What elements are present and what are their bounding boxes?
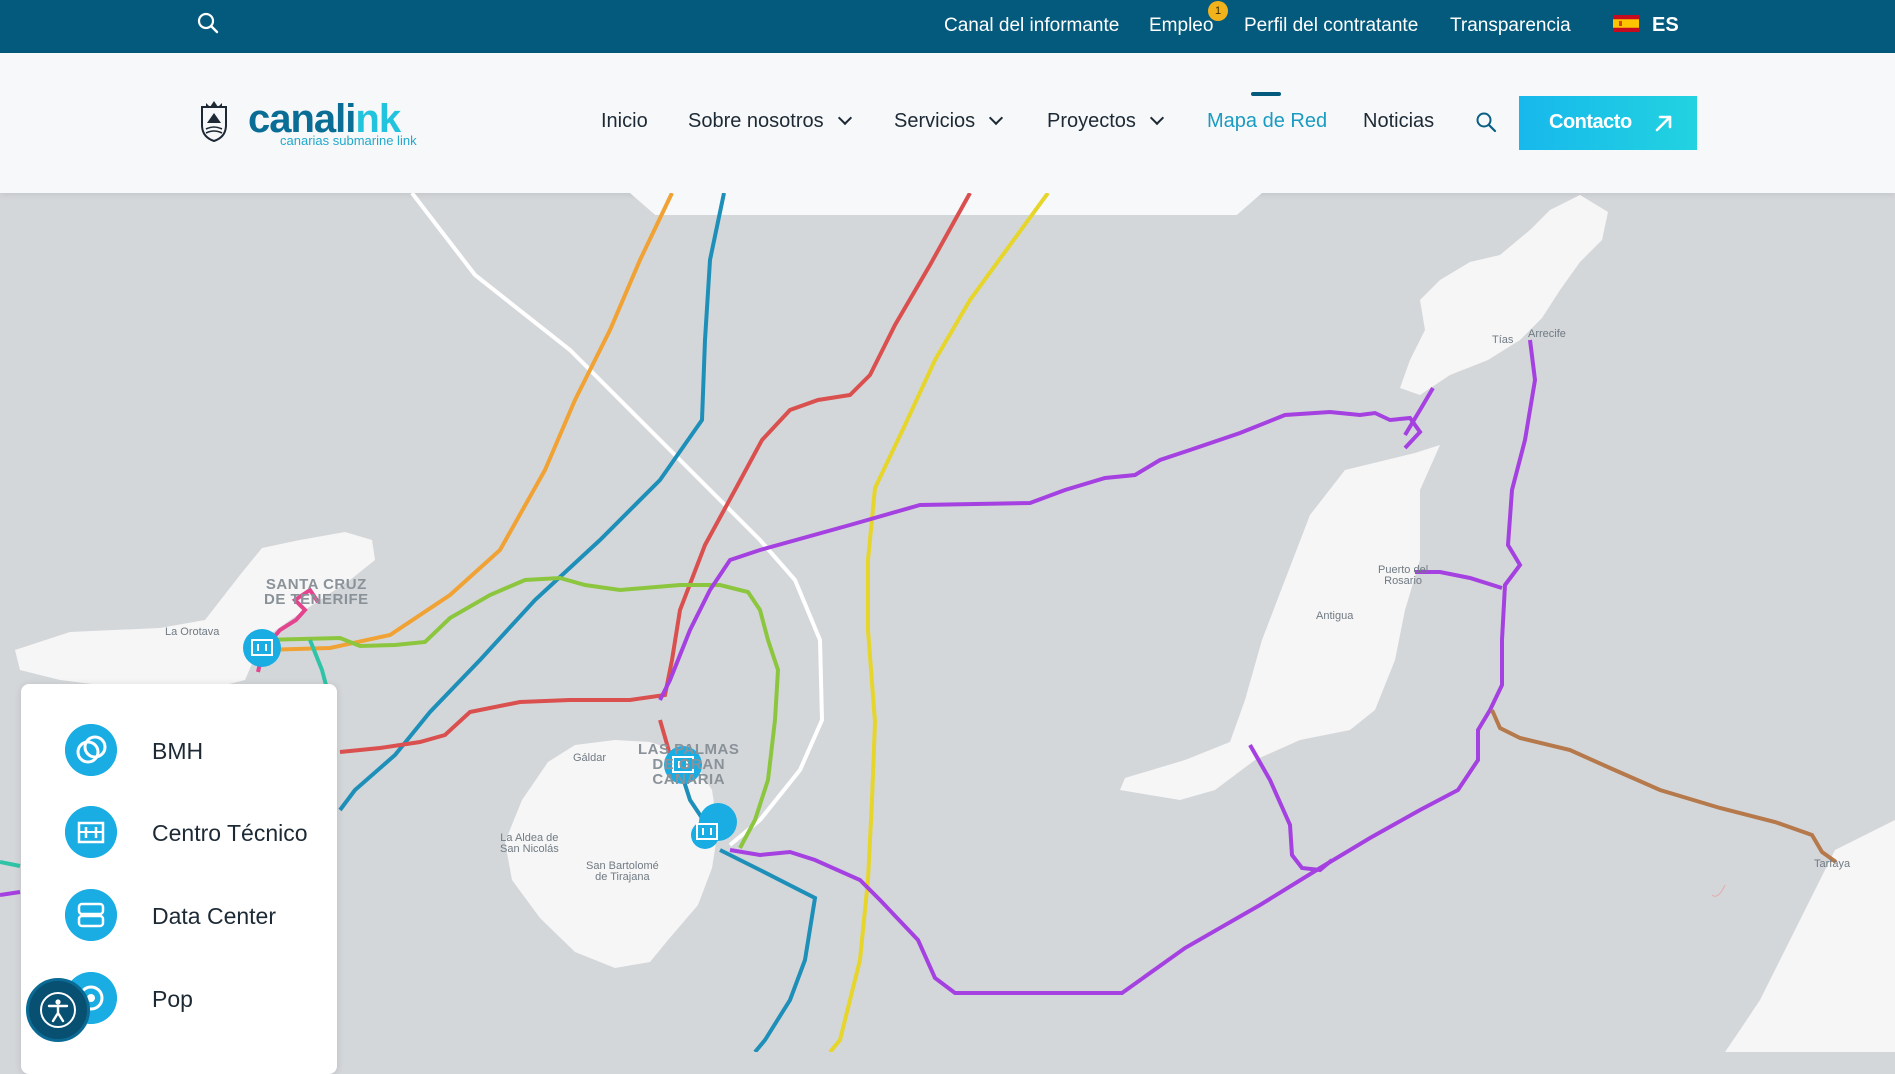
arrow-up-right-icon bbox=[1655, 115, 1672, 132]
map-label: Puerto del Rosario bbox=[1378, 564, 1429, 587]
map-label: Arrecife bbox=[1528, 328, 1566, 340]
notification-badge: 1 bbox=[1208, 1, 1228, 21]
cabildo-de-tenerife-shield-icon bbox=[201, 101, 227, 143]
legend-item-data-center[interactable]: Data Center bbox=[65, 889, 325, 941]
legend-item-bmh[interactable]: BMH bbox=[65, 724, 325, 776]
map-label: La Aldea de San Nicolás bbox=[500, 832, 559, 855]
map-label: Antigua bbox=[1316, 610, 1354, 622]
map-label: LAS PALMAS DE GRAN CANARIA bbox=[638, 741, 740, 788]
nav-proyectos[interactable]: Proyectos bbox=[1047, 110, 1165, 133]
map-label: Tarfaya bbox=[1814, 858, 1851, 870]
map-label: SANTA CRUZ DE TENERIFE bbox=[264, 576, 369, 608]
cable-purple-left bbox=[0, 890, 21, 897]
legend-label: Data Center bbox=[152, 903, 277, 929]
legend-item-centro-tecnico[interactable]: Centro Técnico bbox=[65, 806, 325, 858]
legend-label: Pop bbox=[152, 986, 193, 1012]
map-label: Gáldar bbox=[573, 752, 607, 764]
logo-tagline: canarias submarine link bbox=[280, 133, 417, 148]
chevron-down-icon bbox=[837, 110, 852, 126]
bmh-circles-icon bbox=[65, 724, 117, 776]
fuerteventura-island bbox=[1120, 445, 1440, 800]
top-bar: Canal del informante Empleo 1 Perfil del… bbox=[0, 0, 1895, 53]
top-link-empleo[interactable]: Empleo bbox=[1149, 15, 1213, 37]
language-selector[interactable]: ES bbox=[1652, 14, 1679, 37]
active-indicator bbox=[1251, 92, 1281, 96]
map-label: San Bartolomé de Tirajana bbox=[586, 860, 659, 883]
map-label: La Orotava bbox=[165, 626, 220, 638]
server-icon bbox=[65, 889, 117, 941]
cable-brown bbox=[1490, 709, 1838, 864]
search-icon[interactable] bbox=[196, 11, 220, 35]
top-link-transparencia[interactable]: Transparencia bbox=[1450, 15, 1571, 37]
top-link-perfil-contratante[interactable]: Perfil del contratante bbox=[1244, 15, 1418, 37]
cable-purple-fv-south bbox=[1248, 744, 1334, 873]
cable-yellow bbox=[828, 191, 1050, 1054]
legend-label: Centro Técnico bbox=[152, 820, 308, 846]
chevron-down-icon bbox=[989, 110, 1004, 126]
lanzarote-island bbox=[1400, 195, 1608, 395]
cable-red bbox=[339, 192, 972, 754]
nav-servicios[interactable]: Servicios bbox=[894, 110, 1004, 133]
top-link-canal-informante[interactable]: Canal del informante bbox=[944, 15, 1119, 37]
mainland-coast bbox=[1725, 820, 1895, 1052]
logo[interactable]: canalink canarias submarine link bbox=[196, 97, 436, 157]
search-icon[interactable] bbox=[1475, 111, 1497, 133]
map-label: Tías bbox=[1492, 334, 1514, 346]
chevron-down-icon bbox=[1149, 110, 1165, 126]
accessibility-button[interactable] bbox=[26, 978, 90, 1042]
cable-blue-south bbox=[719, 848, 818, 1054]
building-icon bbox=[65, 806, 117, 858]
accessibility-icon bbox=[40, 992, 76, 1028]
cable-blue bbox=[338, 192, 726, 812]
nav-noticias[interactable]: Noticias bbox=[1363, 110, 1434, 133]
nav-inicio[interactable]: Inicio bbox=[601, 110, 648, 133]
cable-teal-left bbox=[0, 860, 21, 868]
spain-flag-icon[interactable] bbox=[1613, 15, 1639, 32]
legend-label: BMH bbox=[152, 738, 204, 764]
building-icon[interactable] bbox=[243, 629, 281, 667]
nav-mapa-de-red[interactable]: Mapa de Red bbox=[1207, 110, 1327, 133]
legend-item-pop[interactable]: Pop bbox=[65, 972, 325, 1024]
contacto-button[interactable]: Contacto bbox=[1519, 96, 1697, 150]
nav-sobre-nosotros[interactable]: Sobre nosotros bbox=[688, 110, 852, 133]
